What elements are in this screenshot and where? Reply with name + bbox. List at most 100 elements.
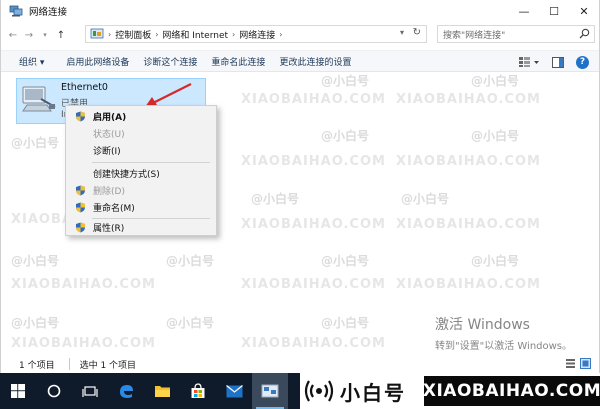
rename-connection-button[interactable]: 重命名此连接 — [211, 55, 265, 68]
change-settings-button[interactable]: 更改此连接的设置 — [279, 55, 351, 68]
refresh-icon[interactable]: ↻ — [413, 27, 421, 38]
window-title: 网络连接 — [29, 7, 68, 18]
watermark-text: XIAOBAIHAO.COM — [396, 217, 541, 232]
search-icon — [579, 28, 590, 39]
signal-logo-icon — [304, 380, 334, 402]
item-count: 1 个项目 — [19, 360, 55, 371]
watermark-text: @小白号 — [471, 74, 520, 88]
menu-item-label: 删除(D) — [93, 187, 125, 197]
menu-item-properties[interactable]: 属性(R) — [66, 219, 216, 236]
view-toggle — [565, 358, 591, 369]
windows-logo-icon — [11, 384, 25, 398]
forward-button[interactable]: → — [21, 26, 37, 44]
watermark-text: XIAOBAIHAO.COM — [396, 92, 541, 107]
watermark-text: XIAOBAIHAO.COM — [396, 277, 541, 292]
command-bar: 组织 ▾ 启用此网络设备 诊断这个连接 重命名此连接 更改此连接的设置 ? — [1, 50, 599, 72]
watermark-text: @小白号 — [251, 192, 300, 206]
menu-item-enable[interactable]: 启用(A) — [66, 108, 216, 125]
explorer-window: 网络连接 — ☐ ✕ ← → ▾ ↑ › 控制面板 › 网络和 Internet… — [0, 0, 600, 373]
preview-pane-icon[interactable] — [552, 56, 564, 68]
view-options-icon[interactable] — [518, 56, 540, 68]
chevron-down-icon: ▾ — [43, 31, 47, 39]
menu-item-delete[interactable]: 删除(D) — [66, 182, 216, 199]
menu-item-diagnose[interactable]: 诊断(I) — [66, 142, 216, 159]
watermark-text: XIAOBAIHAO.COM — [11, 277, 156, 292]
status-bar: 1 个项目 选中 1 个项目 — [1, 355, 599, 373]
store-bag-icon — [191, 383, 205, 398]
back-button[interactable]: ← — [5, 26, 21, 44]
selected-count: 选中 1 个项目 — [79, 360, 137, 371]
watermark-text: XIAOBAIHAO.COM — [241, 277, 386, 292]
address-bar[interactable]: › 控制面板 › 网络和 Internet › 网络连接 › ▾ ↻ — [85, 25, 427, 43]
menu-item-rename[interactable]: 重命名(M) — [66, 199, 216, 216]
enable-device-button[interactable]: 启用此网络设备 — [66, 55, 129, 68]
watermark-text: @小白号 — [11, 254, 60, 268]
brand-name-cn: 小白号 — [340, 380, 406, 405]
cortana-button[interactable] — [36, 373, 72, 409]
menu-item-label: 创建快捷方式(S) — [93, 170, 160, 180]
title-bar: 网络连接 — ☐ ✕ — [1, 0, 599, 22]
watermark-text: XIAOBAIHAO.COM — [241, 217, 386, 232]
maximize-icon: ☐ — [549, 4, 559, 18]
menu-separator — [92, 162, 210, 163]
shield-icon — [76, 111, 85, 122]
search-input[interactable]: 搜索"网络连接" — [437, 25, 595, 43]
forward-arrow-icon: → — [24, 29, 34, 41]
network-connections-icon — [261, 384, 279, 397]
menu-item-status[interactable]: 状态(U) — [66, 125, 216, 142]
watermark-text: @小白号 — [166, 316, 215, 330]
address-dropdown-icon[interactable]: ▾ — [400, 28, 404, 37]
watermark-text: @小白号 — [321, 74, 370, 88]
watermark-text: XIAOBAIHAO.COM — [241, 92, 386, 107]
close-icon: ✕ — [579, 4, 589, 18]
cortana-icon — [47, 384, 61, 398]
close-button[interactable]: ✕ — [569, 0, 599, 22]
file-list-area[interactable]: @小白号 @小白号 XIAOBAIHAO.COM XIAOBAIHAO.COM … — [1, 72, 599, 355]
address-row: ← → ▾ ↑ › 控制面板 › 网络和 Internet › 网络连接 › ▾… — [1, 22, 599, 48]
watermark-text: @小白号 — [11, 316, 60, 330]
watermark-text: XIAOBAIHAO.COM — [396, 154, 541, 169]
watermark-text: @小白号 — [471, 254, 520, 268]
help-icon[interactable]: ? — [576, 55, 589, 69]
taskbar-file-explorer[interactable] — [144, 373, 180, 409]
menu-item-label: 属性(R) — [93, 224, 125, 234]
shield-icon — [76, 185, 85, 196]
watermark-text: @小白号 — [321, 129, 370, 143]
breadcrumb-separator-icon: › — [108, 29, 112, 39]
maximize-button[interactable]: ☐ — [539, 0, 569, 22]
menu-item-label: 重命名(M) — [93, 204, 135, 214]
watermark-text: @小白号 — [471, 129, 520, 143]
taskbar-mail[interactable] — [216, 373, 252, 409]
breadcrumb-separator-icon: › — [232, 29, 236, 39]
minimize-button[interactable]: — — [509, 0, 539, 22]
organize-menu[interactable]: 组织 ▾ — [19, 55, 44, 68]
watermark-text: @小白号 — [321, 316, 370, 330]
start-button[interactable] — [0, 373, 36, 409]
diagnose-connection-button[interactable]: 诊断这个连接 — [143, 55, 197, 68]
taskbar-network-connections[interactable] — [252, 373, 288, 409]
breadcrumb-control-panel[interactable]: 控制面板 — [115, 28, 151, 41]
taskbar-store[interactable] — [180, 373, 216, 409]
toolbar-right: ? — [518, 53, 589, 71]
context-menu: 启用(A) 状态(U) 诊断(I) 创建快捷方式(S) 删除(D) 重命名(M)… — [65, 105, 217, 236]
menu-item-label: 状态(U) — [93, 130, 125, 140]
up-arrow-icon: ↑ — [56, 29, 66, 41]
large-icons-view-icon[interactable] — [580, 358, 591, 369]
up-button[interactable]: ↑ — [53, 26, 69, 44]
taskbar-edge[interactable] — [108, 373, 144, 409]
watermark-text: @小白号 — [11, 136, 60, 150]
mail-icon — [225, 384, 243, 397]
breadcrumb-network-internet[interactable]: 网络和 Internet — [162, 28, 228, 41]
watermark-text: @小白号 — [166, 254, 215, 268]
search-placeholder: 搜索"网络连接" — [443, 30, 506, 41]
watermark-text: XIAOBAIHAO.COM — [241, 154, 386, 169]
task-view-button[interactable] — [72, 373, 108, 409]
watermark-text: XIAOBAIHAO.COM — [11, 336, 156, 351]
breadcrumb-network-connections[interactable]: 网络连接 — [239, 28, 275, 41]
menu-item-create-shortcut[interactable]: 创建快捷方式(S) — [66, 165, 216, 182]
recent-locations-button[interactable]: ▾ — [37, 26, 53, 44]
watermark-text: @小白号 — [401, 192, 450, 206]
adapter-name: Ethernet0 — [61, 82, 108, 93]
control-panel-icon — [90, 28, 104, 39]
details-view-icon[interactable] — [565, 358, 576, 369]
